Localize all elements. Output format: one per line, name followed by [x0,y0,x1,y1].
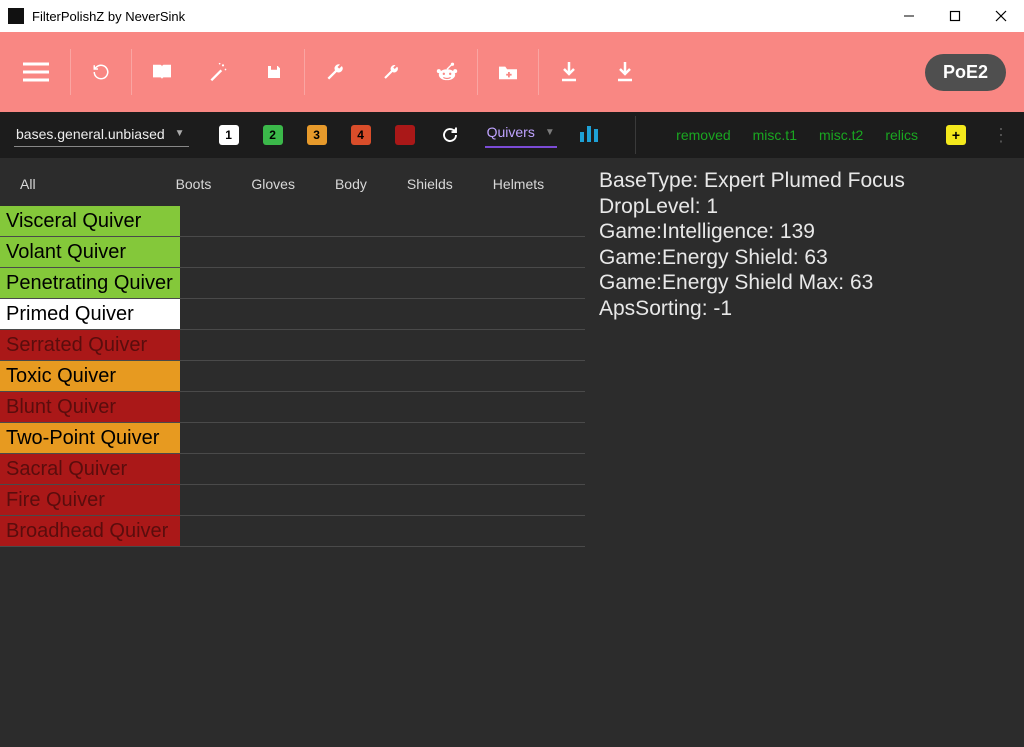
item-row[interactable]: Penetrating Quiver [0,268,585,299]
sub-toolbar: bases.general.unbiased ▼ 1 2 3 4 Quivers… [0,112,1024,158]
app-icon [8,8,24,24]
item-row[interactable]: Toxic Quiver [0,361,585,392]
category-tabs: All Boots Gloves Body Shields Helmets [0,158,585,206]
download-alt-icon[interactable] [603,50,647,94]
tab-shields[interactable]: Shields [397,172,463,196]
save-icon[interactable] [252,50,296,94]
bar-chart-icon[interactable] [579,124,599,147]
reddit-icon[interactable] [425,50,469,94]
link-relics[interactable]: relics [885,127,918,143]
item-label: Fire Quiver [0,485,180,515]
item-row-spacer [180,361,585,391]
item-list: Visceral QuiverVolant QuiverPenetrating … [0,206,585,547]
item-row-spacer [180,237,585,267]
main-content: All Boots Gloves Body Shields Helmets Vi… [0,158,1024,747]
item-row[interactable]: Two-Point Quiver [0,423,585,454]
tab-helmets[interactable]: Helmets [483,172,554,196]
caret-down-icon: ▼ [175,128,185,139]
item-label: Volant Quiver [0,237,180,267]
item-label: Broadhead Quiver [0,516,180,546]
item-row[interactable]: Sacral Quiver [0,454,585,485]
detail-intelligence: Game:Intelligence: 139 [599,219,1010,245]
detail-aps-sorting: ApsSorting: -1 [599,296,1010,322]
tier-chip-3[interactable]: 3 [307,125,327,145]
item-row[interactable]: Fire Quiver [0,485,585,516]
tab-boots[interactable]: Boots [166,172,222,196]
item-row-spacer [180,299,585,329]
tab-all[interactable]: All [10,172,46,196]
tier-chip-1[interactable]: 1 [219,125,239,145]
item-label: Visceral Quiver [0,206,180,236]
category-dropdown-label: Quivers [487,124,535,140]
window-title: FilterPolishZ by NeverSink [32,9,886,24]
folder-add-icon[interactable] [486,50,530,94]
item-row-spacer [180,454,585,484]
window-close-button[interactable] [978,0,1024,32]
item-label: Penetrating Quiver [0,268,180,298]
item-row[interactable]: Primed Quiver [0,299,585,330]
detail-energy-shield: Game:Energy Shield: 63 [599,245,1010,271]
wand-icon[interactable] [196,50,240,94]
refresh-icon[interactable] [79,50,123,94]
item-label: Blunt Quiver [0,392,180,422]
tier-chip-2[interactable]: 2 [263,125,283,145]
download-icon[interactable] [547,50,591,94]
item-row-spacer [180,206,585,236]
tab-body[interactable]: Body [325,172,377,196]
link-misct2[interactable]: misc.t2 [819,127,863,143]
details-pane: BaseType: Expert Plumed Focus DropLevel:… [585,158,1024,747]
hamburger-menu-icon[interactable] [16,50,56,94]
item-label: Sacral Quiver [0,454,180,484]
main-toolbar: PoE2 [0,32,1024,112]
toolbar-separator [70,49,71,95]
toolbar-separator [304,49,305,95]
window-minimize-button[interactable] [886,0,932,32]
item-label: Toxic Quiver [0,361,180,391]
tier-chip-5[interactable] [395,125,415,145]
caret-down-icon: ▼ [545,127,555,138]
item-row-spacer [180,485,585,515]
item-row[interactable]: Serrated Quiver [0,330,585,361]
toolbar-separator [131,49,132,95]
detail-basetype: BaseType: Expert Plumed Focus [599,168,1010,194]
detail-droplevel: DropLevel: 1 [599,194,1010,220]
window-maximize-button[interactable] [932,0,978,32]
category-dropdown[interactable]: Quivers ▼ [485,122,557,148]
item-row-spacer [180,392,585,422]
subbar-refresh-icon[interactable] [441,126,459,144]
item-row[interactable]: Broadhead Quiver [0,516,585,547]
item-label: Two-Point Quiver [0,423,180,453]
wrench-small-icon[interactable] [369,50,413,94]
subbar-divider [635,116,636,154]
window-titlebar: FilterPolishZ by NeverSink [0,0,1024,32]
left-pane: All Boots Gloves Body Shields Helmets Vi… [0,158,585,747]
book-icon[interactable] [140,50,184,94]
bases-dropdown-label: bases.general.unbiased [16,126,165,142]
more-icon[interactable]: ⋮ [992,125,1010,146]
item-row[interactable]: Visceral Quiver [0,206,585,237]
tab-gloves[interactable]: Gloves [241,172,305,196]
item-row-spacer [180,516,585,546]
item-label: Primed Quiver [0,299,180,329]
item-row[interactable]: Volant Quiver [0,237,585,268]
item-row-spacer [180,268,585,298]
item-row-spacer [180,330,585,360]
item-row[interactable]: Blunt Quiver [0,392,585,423]
subbar-right-group: removed misc.t1 misc.t2 relics + ⋮ [676,125,1010,146]
link-misct1[interactable]: misc.t1 [753,127,797,143]
wrench-icon[interactable] [313,50,357,94]
item-row-spacer [180,423,585,453]
link-removed[interactable]: removed [676,127,730,143]
item-label: Serrated Quiver [0,330,180,360]
add-button[interactable]: + [946,125,966,145]
toolbar-separator [538,49,539,95]
poe2-button[interactable]: PoE2 [925,54,1006,91]
toolbar-separator [477,49,478,95]
bases-dropdown[interactable]: bases.general.unbiased ▼ [14,124,189,147]
detail-energy-shield-max: Game:Energy Shield Max: 63 [599,270,1010,296]
tier-chip-4[interactable]: 4 [351,125,371,145]
